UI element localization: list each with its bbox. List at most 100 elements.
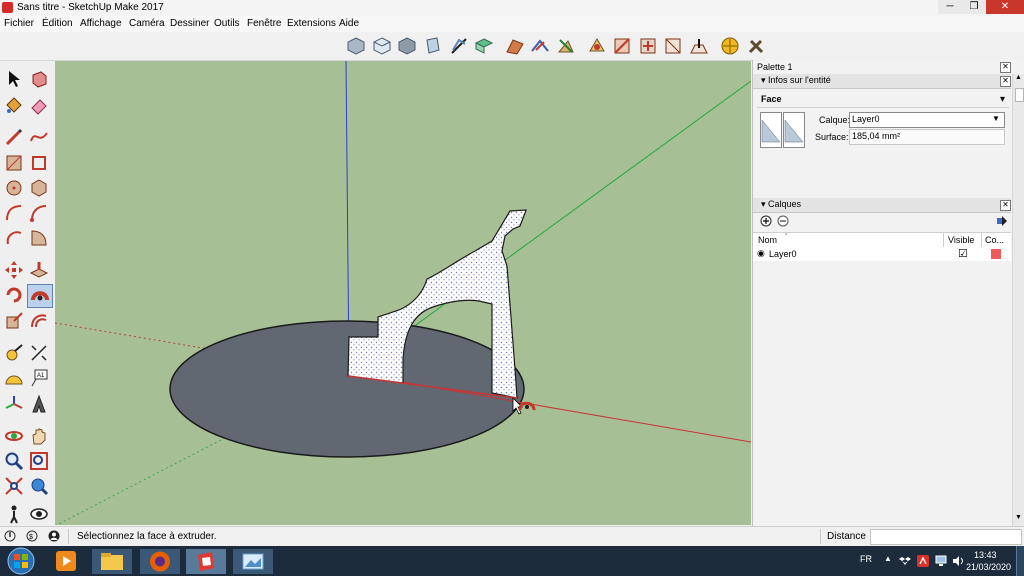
material-swatches-icon[interactable] — [760, 112, 806, 148]
drape-icon[interactable] — [612, 36, 632, 56]
tape-measure-icon[interactable] — [4, 343, 24, 363]
zoom-icon[interactable] — [4, 451, 24, 471]
show-desktop-button[interactable] — [1016, 546, 1024, 576]
volume-icon[interactable] — [952, 555, 964, 567]
menu-outils[interactable]: Outils — [214, 17, 240, 31]
palette-close-button[interactable]: ✕ — [1000, 62, 1011, 73]
sandbox-grid-icon[interactable] — [689, 36, 709, 56]
make-component-icon[interactable] — [29, 69, 49, 89]
network-icon[interactable] — [935, 555, 947, 567]
menu-fenetre[interactable]: Fenêtre — [247, 17, 281, 31]
minimize-button[interactable]: ─ — [938, 0, 962, 14]
dropbox-icon[interactable] — [899, 555, 911, 567]
two-point-arc-icon[interactable] — [29, 203, 49, 223]
col-name[interactable]: Nom — [758, 235, 777, 245]
rotated-rectangle-icon[interactable] — [29, 153, 49, 173]
smoove-icon[interactable] — [556, 36, 576, 56]
front-view-icon[interactable] — [397, 36, 417, 56]
dimension-icon[interactable] — [29, 343, 49, 363]
add-layer-icon[interactable] — [760, 215, 772, 227]
entity-info-header[interactable]: ▾ Infos sur l'entité — [753, 74, 1011, 89]
top-view-icon[interactable] — [372, 36, 392, 56]
media-player-icon[interactable] — [46, 549, 86, 574]
sandbox-contours-icon[interactable] — [505, 36, 525, 56]
rectangle-icon[interactable] — [4, 153, 24, 173]
active-layer-radio[interactable]: ◉ — [757, 248, 765, 259]
walk-icon[interactable] — [4, 504, 24, 524]
entity-toggle-icon[interactable]: ▾ — [1000, 94, 1005, 105]
arc-icon[interactable] — [4, 203, 24, 223]
shaded-view-icon[interactable] — [474, 36, 494, 56]
axes-icon[interactable] — [4, 394, 24, 414]
entity-info-close-button[interactable]: ✕ — [1000, 76, 1011, 87]
orbit-icon[interactable] — [4, 426, 24, 446]
layers-close-button[interactable]: ✕ — [1000, 200, 1011, 211]
scale-icon[interactable] — [4, 311, 24, 331]
sandbox-scratch-icon[interactable] — [530, 36, 550, 56]
measurements-input[interactable] — [870, 529, 1022, 545]
geo-location-icon[interactable] — [720, 36, 740, 56]
section-plane-icon[interactable] — [449, 36, 469, 56]
layer-details-icon[interactable] — [996, 215, 1008, 227]
start-button-icon[interactable] — [4, 546, 38, 576]
look-around-icon[interactable] — [29, 504, 49, 524]
three-point-arc-icon[interactable] — [4, 228, 24, 248]
clock-date[interactable]: 21/03/2020 — [966, 562, 1011, 572]
flip-edge-icon[interactable] — [663, 36, 683, 56]
firefox-icon[interactable] — [140, 549, 180, 574]
layer-name[interactable]: Layer0 — [769, 249, 797, 259]
menu-dessiner[interactable]: Dessiner — [170, 17, 209, 31]
show-hidden-icons-icon[interactable]: ▲ — [884, 554, 892, 563]
layer-visible-checkbox[interactable]: ☑ — [958, 247, 968, 260]
layer-color-swatch[interactable] — [991, 249, 1001, 259]
add-detail-icon[interactable] — [638, 36, 658, 56]
eraser-icon[interactable] — [29, 95, 49, 115]
pie-icon[interactable] — [29, 228, 49, 248]
zoom-window-icon[interactable] — [29, 451, 49, 471]
sketchup-taskbar-icon[interactable] — [186, 549, 226, 574]
3d-text-icon[interactable] — [29, 394, 49, 414]
pan-hand-icon[interactable] — [29, 426, 49, 446]
scroll-up-icon[interactable]: ▲ — [1015, 74, 1022, 81]
offset-icon[interactable] — [29, 311, 49, 331]
photo-viewer-icon[interactable] — [233, 549, 273, 574]
clock-time[interactable]: 13:43 — [974, 550, 997, 560]
scroll-down-icon[interactable]: ▼ — [1015, 514, 1022, 521]
menu-edition[interactable]: Édition — [42, 17, 73, 31]
scroll-thumb[interactable] — [1015, 88, 1024, 102]
col-color[interactable]: Co... — [985, 235, 1004, 245]
text-label-icon[interactable]: A1 — [29, 368, 49, 388]
right-view-icon[interactable] — [423, 36, 443, 56]
menu-fichier[interactable]: Fichier — [4, 17, 34, 31]
remove-layer-icon[interactable] — [777, 215, 789, 227]
3d-viewport[interactable] — [55, 61, 751, 525]
col-visible[interactable]: Visible — [948, 235, 974, 245]
iso-view-icon[interactable] — [346, 36, 366, 56]
rotate-icon[interactable] — [4, 285, 24, 305]
move-icon[interactable] — [4, 260, 24, 280]
push-pull-icon[interactable] — [29, 260, 49, 280]
credits-icon[interactable]: $ — [26, 530, 38, 542]
close-button[interactable]: ✕ — [986, 0, 1024, 14]
layer-row[interactable]: ◉ Layer0 ☑ — [753, 247, 1011, 261]
select-arrow-icon[interactable] — [4, 69, 24, 89]
extension-tools-icon[interactable] — [746, 36, 766, 56]
palette-scrollbar[interactable]: ▲ ▼ — [1012, 74, 1024, 526]
add-location-icon[interactable] — [29, 476, 49, 496]
zoom-extents-icon[interactable] — [4, 476, 24, 496]
paint-bucket-icon[interactable] — [4, 95, 24, 115]
menu-extensions[interactable]: Extensions — [287, 17, 336, 31]
language-indicator[interactable]: FR — [860, 554, 872, 564]
user-account-icon[interactable] — [48, 530, 60, 542]
geolocation-status-icon[interactable] — [4, 530, 16, 542]
circle-icon[interactable] — [4, 178, 24, 198]
menu-affichage[interactable]: Affichage — [80, 17, 122, 31]
maximize-button[interactable]: ❐ — [962, 0, 986, 14]
layer-select[interactable]: Layer0 ▼ — [849, 112, 1005, 128]
menu-aide[interactable]: Aide — [339, 17, 359, 31]
menu-camera[interactable]: Caméra — [129, 17, 165, 31]
line-pencil-icon[interactable] — [4, 127, 24, 147]
file-explorer-icon[interactable] — [92, 549, 132, 574]
protractor-icon[interactable] — [4, 368, 24, 388]
layers-header[interactable]: ▾ Calques — [753, 198, 1011, 213]
